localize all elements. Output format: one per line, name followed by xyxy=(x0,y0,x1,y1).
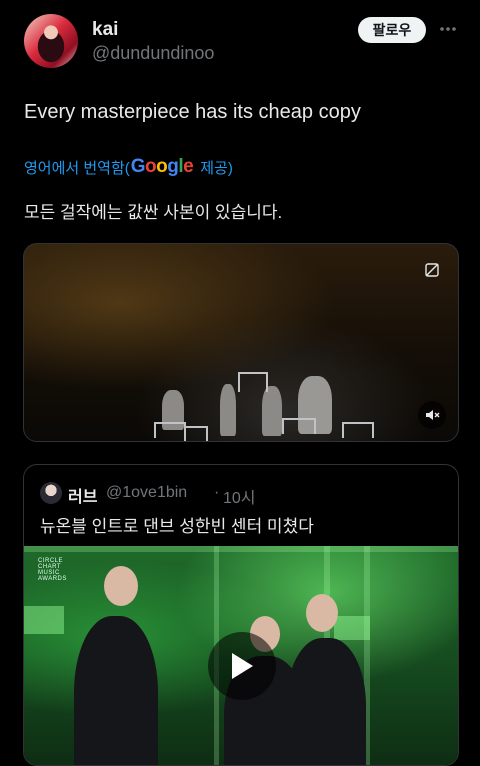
logo-line: AWARDS xyxy=(38,576,67,582)
stage-light xyxy=(334,616,370,640)
volume-mute-icon[interactable] xyxy=(418,401,446,429)
performer xyxy=(286,638,366,765)
play-icon xyxy=(232,653,253,679)
quote-timestamp[interactable]: 10시 xyxy=(223,484,256,508)
avatar[interactable] xyxy=(24,14,78,68)
quote-video[interactable]: CIRCLE CHART MUSIC AWARDS xyxy=(24,546,458,765)
performer xyxy=(74,616,158,765)
play-button[interactable] xyxy=(208,632,276,700)
gif-off-icon[interactable] xyxy=(418,256,446,284)
quote-author-name[interactable]: 러브 xyxy=(68,483,97,507)
video-figure xyxy=(262,386,282,436)
author-display-name[interactable]: kai xyxy=(92,19,118,41)
performer-face xyxy=(104,566,138,606)
stage-light xyxy=(24,606,64,634)
google-letter: e xyxy=(183,156,194,177)
video-desk xyxy=(154,422,186,438)
video-desk xyxy=(184,426,208,441)
follow-button[interactable]: 팔로우 xyxy=(358,17,426,43)
circle-chart-awards-logo: CIRCLE CHART MUSIC AWARDS xyxy=(38,558,67,582)
performer-face xyxy=(306,594,338,632)
video-desk xyxy=(282,418,316,434)
tweet-text: Every masterpiece has its cheap copy xyxy=(24,101,361,123)
google-letter: g xyxy=(167,156,179,177)
google-logo: Google xyxy=(130,156,194,178)
video-player[interactable] xyxy=(23,243,459,442)
quote-separator: · xyxy=(214,484,220,501)
quote-author-handle[interactable]: @1ove1bin xyxy=(106,484,187,502)
video-chair xyxy=(238,372,268,392)
google-letter: o xyxy=(156,156,168,177)
translated-text: 모든 걸작에는 값싼 사본이 있습니다. xyxy=(24,203,283,222)
stage-light xyxy=(24,546,458,552)
quoted-tweet[interactable]: 러브 @1ove1bin · 10시 뉴온블 인트로 댄브 성한빈 센터 미쳤다… xyxy=(23,464,459,766)
more-horizontal-icon[interactable] xyxy=(438,19,458,39)
video-desk xyxy=(342,422,374,438)
google-letter: o xyxy=(145,156,157,177)
translate-suffix: 제공) xyxy=(200,159,233,177)
quote-text: 뉴온블 인트로 댄브 성한빈 센터 미쳤다 xyxy=(40,517,314,536)
video-figure xyxy=(220,384,236,436)
author-handle[interactable]: @dundundinoo xyxy=(92,43,214,64)
translate-prefix: 영어에서 번역함( xyxy=(24,159,130,177)
google-letter: G xyxy=(130,156,146,177)
translation-attribution[interactable]: 영어에서 번역함( Google 제공) xyxy=(24,156,233,178)
quote-avatar[interactable] xyxy=(40,482,62,504)
